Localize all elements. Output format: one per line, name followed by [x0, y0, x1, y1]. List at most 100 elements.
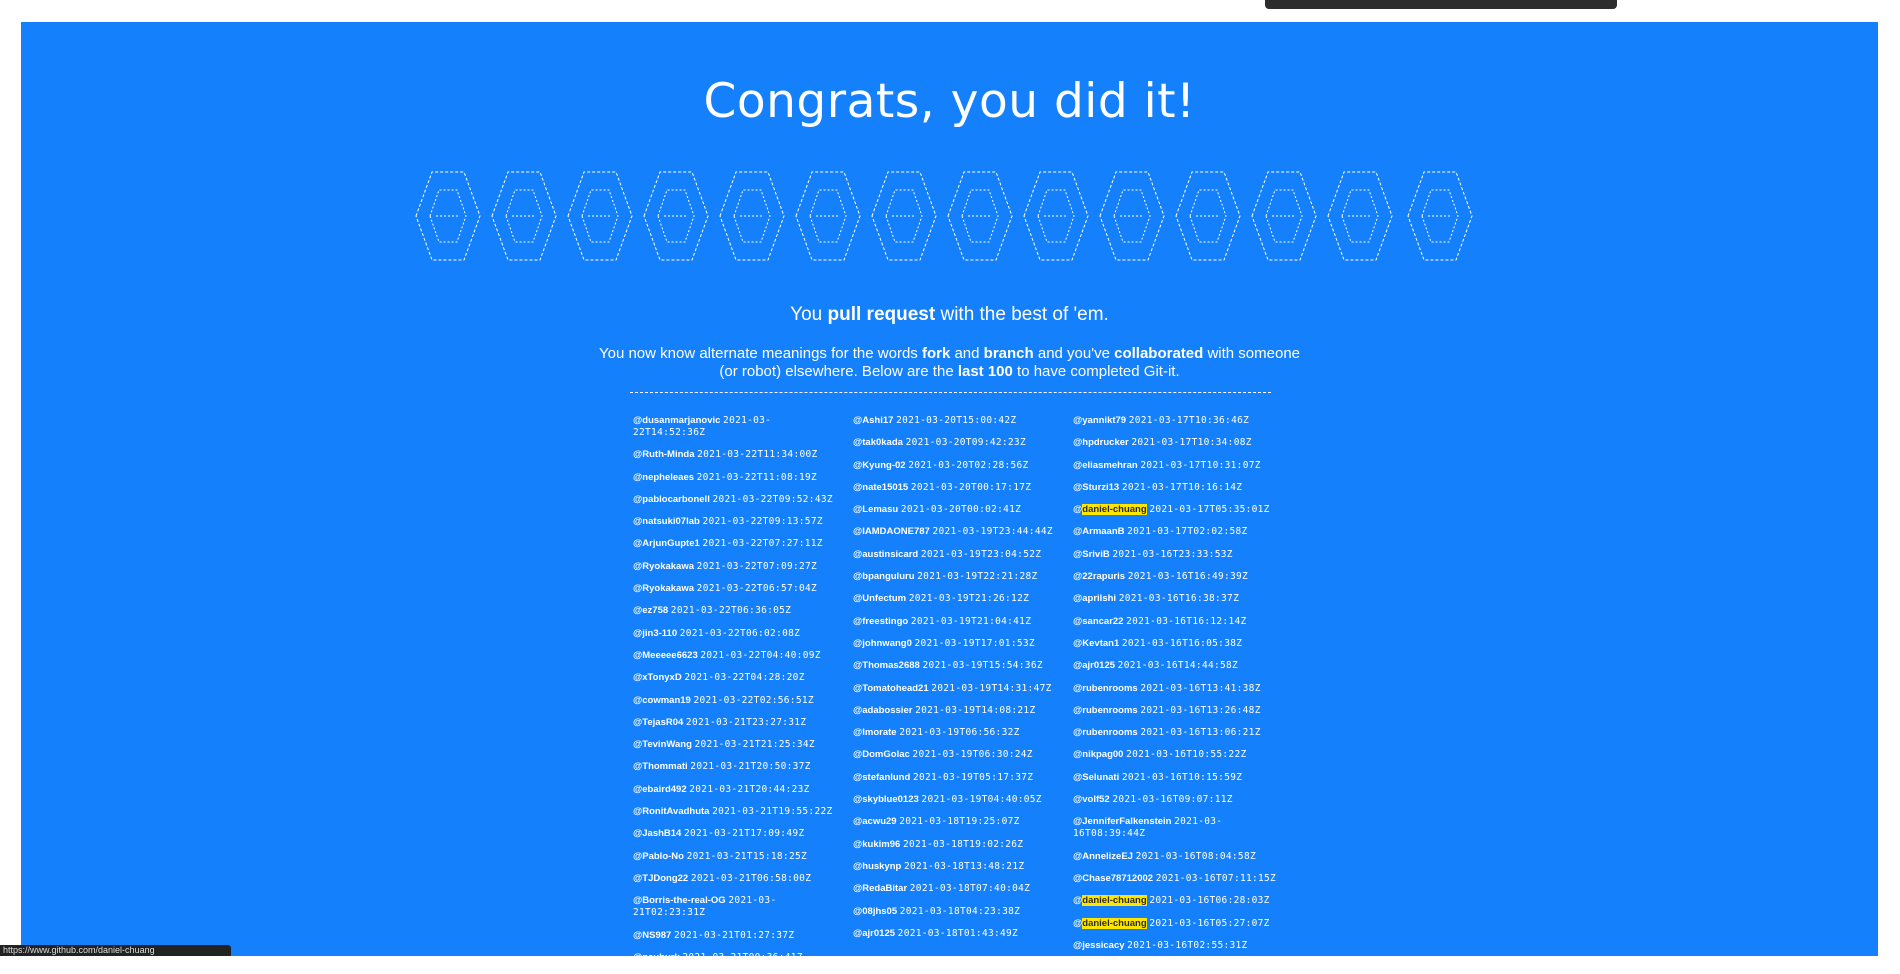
status-bar-url: https://www.github.com/daniel-chuang — [0, 945, 231, 956]
completer-username-link[interactable]: @Thomas2688 — [853, 660, 920, 671]
completer-username-link[interactable]: @JashB14 — [633, 828, 681, 839]
completer-entry: @nikpag00 2021-03-16T10:55:22Z — [1073, 749, 1283, 761]
completer-username-link[interactable]: @daniel-chuang — [1073, 917, 1147, 929]
ascii-glyph — [1406, 171, 1473, 261]
completer-username-link[interactable]: @Ruth-Minda — [633, 449, 695, 460]
completer-username-link[interactable]: @aprilshi — [1073, 593, 1116, 604]
completer-username-link[interactable]: @skyblue0123 — [853, 794, 919, 805]
completer-username-link[interactable]: @nikpag00 — [1073, 749, 1123, 760]
completer-username-link[interactable]: @Lemasu — [853, 504, 898, 515]
completer-username-link[interactable]: @ajr0125 — [1073, 660, 1115, 671]
completer-username-link[interactable]: @jessicacy — [1073, 940, 1125, 951]
completer-username-link[interactable]: @dusanmarjanovic — [633, 415, 720, 426]
completer-username-link[interactable]: @xTonyxD — [633, 672, 682, 683]
completer-username-link[interactable]: @nate15015 — [853, 482, 908, 493]
completer-username-link[interactable]: @stefanlund — [853, 772, 910, 783]
completer-username-link[interactable]: @JenniferFalkenstein — [1073, 816, 1172, 827]
completer-username-link[interactable]: @Sturzi13 — [1073, 482, 1119, 493]
completer-entry: @AnnelizeEJ 2021-03-16T08:04:58Z — [1073, 851, 1283, 863]
completer-username-link[interactable]: @huskynp — [853, 861, 901, 872]
completer-username-link[interactable]: @RonitAvadhuta — [633, 806, 709, 817]
completion-timestamp: 2021-03-19T21:04:41Z — [910, 615, 1032, 627]
completer-username-link[interactable]: @Meeeee6623 — [633, 650, 698, 661]
completer-username-link[interactable]: @eliasmehran — [1073, 460, 1138, 471]
completion-timestamp: 2021-03-17T10:16:14Z — [1121, 481, 1243, 493]
completer-username-link[interactable]: @adabossier — [853, 705, 912, 716]
completer-entry: @IAMDAONE787 2021-03-19T23:44:44Z — [853, 526, 1063, 538]
completion-timestamp: 2021-03-16T05:27:07Z — [1149, 917, 1270, 929]
completer-username-link[interactable]: @johnwang0 — [853, 638, 912, 649]
completer-username-link[interactable]: @Unfectum — [853, 593, 906, 604]
completion-timestamp: 2021-03-20T02:28:56Z — [908, 459, 1029, 471]
completer-username-link[interactable]: @SriviB — [1073, 549, 1110, 560]
completion-timestamp: 2021-03-21T20:50:37Z — [690, 761, 811, 773]
completer-username-link[interactable]: @Ashi17 — [853, 415, 893, 426]
completer-username-link[interactable]: @nepheleaes — [633, 472, 694, 483]
completer-username-link[interactable]: @AnnelizeEJ — [1073, 851, 1133, 862]
desc-bold-collaborated: collaborated — [1114, 345, 1204, 362]
completer-username-link[interactable]: @tak0kada — [853, 437, 903, 448]
completion-timestamp: 2021-03-22T11:34:00Z — [697, 449, 818, 461]
completer-username-link[interactable]: @lmorate — [853, 727, 897, 738]
completer-entry: @NS987 2021-03-21T01:27:37Z — [633, 930, 843, 942]
completer-username-link[interactable]: @08jhs05 — [853, 906, 897, 917]
completer-username-link[interactable]: @daniel-chuang — [1073, 504, 1147, 516]
completer-username-link[interactable]: @Chase78712002 — [1073, 873, 1153, 884]
completer-username-link[interactable]: @TevinWang — [633, 739, 692, 750]
completer-username-link[interactable]: @Ryokakawa — [633, 561, 694, 572]
completer-username-link[interactable]: @Thommati — [633, 761, 688, 772]
completer-entry: @Ryokakawa 2021-03-22T06:57:04Z — [633, 583, 843, 595]
completer-username-link[interactable]: @ajr0125 — [853, 928, 895, 939]
completer-username-link[interactable]: @austinsicard — [853, 549, 918, 560]
completer-entry: @acwu29 2021-03-18T19:25:07Z — [853, 816, 1063, 828]
completer-username-link[interactable]: @TejasR04 — [633, 717, 683, 728]
completer-username-link[interactable]: @Ryokakawa — [633, 583, 694, 594]
overlay-tooltip — [1265, 0, 1617, 9]
completer-entry: @rubenrooms 2021-03-16T13:06:21Z — [1073, 727, 1283, 739]
completer-username-link[interactable]: @yannikt79 — [1073, 415, 1126, 426]
completer-username-link[interactable]: @cowman19 — [633, 695, 691, 706]
completion-timestamp: 2021-03-16T16:49:39Z — [1127, 571, 1249, 583]
completer-username-link[interactable]: @rubenrooms — [1073, 727, 1138, 738]
completer-username-link[interactable]: @ArmaanB — [1073, 526, 1125, 537]
completer-username-link[interactable]: @volf52 — [1073, 794, 1110, 805]
completer-username-link[interactable]: @NS987 — [633, 930, 671, 941]
completer-username-link[interactable]: @pauburk — [633, 952, 680, 963]
completer-username-link[interactable]: @Kevtan1 — [1073, 638, 1119, 649]
completer-username-link[interactable]: @Kyung-02 — [853, 460, 906, 471]
completer-username-link[interactable]: @freestingo — [853, 616, 908, 627]
completer-entry: @Thommati 2021-03-21T20:50:37Z — [633, 761, 843, 773]
completer-username-link[interactable]: @ez758 — [633, 605, 668, 616]
completer-username-link[interactable]: @Tomatohead21 — [853, 683, 929, 694]
completer-username-link[interactable]: @pablocarbonell — [633, 494, 710, 505]
completer-username-link[interactable]: @ebaird492 — [633, 784, 687, 795]
completer-username-link[interactable]: @acwu29 — [853, 816, 897, 827]
desc-text: and you've — [1033, 345, 1115, 362]
completion-timestamp: 2021-03-19T23:44:44Z — [932, 526, 1053, 538]
completer-username-link[interactable]: @natsuki07lab — [633, 516, 700, 527]
completer-username-link[interactable]: @Pablo-No — [633, 851, 684, 862]
completer-username-link[interactable]: @jin3-110 — [633, 628, 677, 639]
completion-timestamp: 2021-03-17T10:34:08Z — [1131, 437, 1252, 449]
completion-timestamp: 2021-03-19T05:17:37Z — [912, 771, 1034, 783]
ascii-glyph — [414, 171, 481, 261]
completion-timestamp: 2021-03-16T16:05:38Z — [1121, 637, 1243, 649]
completer-username-link[interactable]: @daniel-chuang — [1073, 895, 1147, 907]
completer-username-link[interactable]: @Borris-the-real-OG — [633, 895, 726, 906]
completer-username-link[interactable]: @TJDong22 — [633, 873, 688, 884]
completer-username-link[interactable]: @22rapuris — [1073, 571, 1125, 582]
completer-username-link[interactable]: @hpdrucker — [1073, 437, 1129, 448]
completer-username-link[interactable]: @RedaBitar — [853, 883, 907, 894]
completer-username-link[interactable]: @IAMDAONE787 — [853, 526, 930, 537]
completer-username-link[interactable]: @rubenrooms — [1073, 683, 1138, 694]
completer-username-link[interactable]: @ArjunGupte1 — [633, 538, 700, 549]
completer-username-link[interactable]: @bpanguluru — [853, 571, 915, 582]
completer-entry: @ajr0125 2021-03-18T01:43:49Z — [853, 928, 1063, 940]
completion-timestamp: 2021-03-21T17:09:49Z — [684, 828, 805, 840]
completer-username-link[interactable]: @kukim96 — [853, 839, 900, 850]
completer-username-link[interactable]: @rubenrooms — [1073, 705, 1138, 716]
completer-username-link[interactable]: @Selunati — [1073, 772, 1119, 783]
completer-username-link[interactable]: @DomGolac — [853, 749, 910, 760]
completer-username-link[interactable]: @sancar22 — [1073, 616, 1123, 627]
completion-timestamp: 2021-03-17T02:02:58Z — [1127, 526, 1248, 538]
